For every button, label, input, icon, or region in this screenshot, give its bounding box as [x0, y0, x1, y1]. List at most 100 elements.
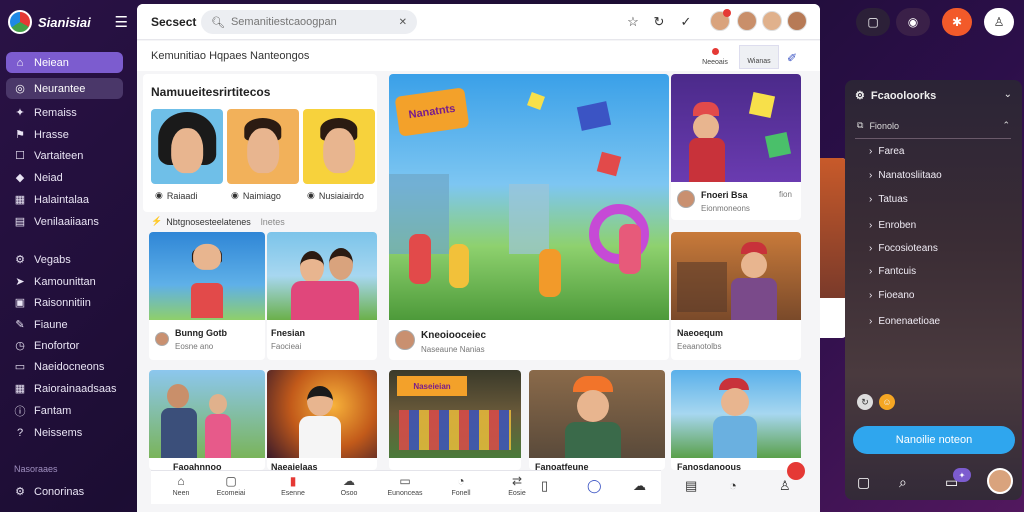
bottom-nav-label: Fonell — [451, 490, 471, 497]
bottom-nav-item[interactable]: ◔ Fonell — [431, 474, 491, 497]
video-card[interactable]: Naseieian — [389, 370, 521, 470]
panel-list-item[interactable]: › Eonenaetioae — [869, 316, 940, 327]
item-label: Enroben — [878, 220, 917, 231]
sidebar-item-1[interactable]: ◎ Neurantee — [6, 78, 123, 99]
video-card[interactable]: Faoahnnoo — [149, 370, 265, 470]
sidebar-item-11[interactable]: ✎ Fiaune — [6, 314, 123, 335]
person-thumbnail[interactable] — [303, 109, 375, 184]
person-caption[interactable]: ◉ Nusiaiairdo — [307, 190, 364, 201]
bottom-nav-item[interactable]: ☁ Osoo — [319, 474, 379, 497]
bottom-nav-item[interactable]: ▮ Esenne — [263, 474, 323, 497]
avatar[interactable] — [737, 11, 757, 31]
chat-toggle-button[interactable]: ▢ — [856, 8, 890, 36]
chevron-down-icon[interactable]: ⌄ — [1004, 89, 1012, 100]
panel-list-item[interactable]: › Nanatosliitaao — [869, 170, 942, 181]
live-section-tag: lnetes — [260, 216, 285, 227]
sidebar-item-9[interactable]: ➤ Kamounittan — [6, 271, 123, 292]
floating-card — [576, 101, 612, 131]
face-shape — [721, 388, 749, 416]
peek-card[interactable] — [820, 158, 846, 338]
panel-list-item[interactable]: › Fantcuis — [869, 266, 916, 277]
person-caption[interactable]: ◉ Raiaadi — [155, 190, 197, 201]
sidebar-footer-item[interactable]: ⚙ Conorinas — [6, 481, 123, 502]
card-subtitle: Eosne ano — [175, 342, 214, 351]
user-icon[interactable]: ♙ — [779, 478, 791, 494]
panel-list-item[interactable]: › Enroben — [869, 220, 916, 231]
emoji-icon[interactable]: ☺ — [879, 394, 895, 410]
sidebar-item-label: Vartaiteen — [34, 149, 84, 162]
sidebar-item-15[interactable]: ⓘ Fantam — [6, 400, 123, 421]
sidebar-item-13[interactable]: ▭ Naeidocneons — [6, 356, 123, 377]
sidebar-item-5[interactable]: ◆ Neiad — [6, 167, 123, 188]
sidebar-item-8[interactable]: ⚙ Vegabs — [6, 249, 123, 270]
chat-bubble-icon[interactable]: ◯ — [587, 478, 602, 494]
child-figure — [449, 244, 469, 288]
video-card[interactable]: Bunng Gotb Eosne ano — [149, 232, 265, 360]
bottom-nav-item[interactable]: ▢ Ecomeiai — [201, 474, 261, 497]
sidebar-item-4[interactable]: ☐ Vartaiteen — [6, 145, 123, 166]
tab-0[interactable]: Neeoais — [695, 45, 735, 69]
cloud-icon: ☁ — [343, 474, 355, 488]
person-caption[interactable]: ◉ Naimiago — [231, 190, 281, 201]
sidebar-item-0[interactable]: ⌂ Neiean — [6, 52, 123, 73]
avatar[interactable] — [762, 11, 782, 31]
sidebar-item-16[interactable]: ? Neissems — [6, 422, 123, 443]
primary-cta-button[interactable]: Nanoilie noteon — [853, 426, 1015, 454]
sidebar-item-label: Neissems — [34, 426, 83, 439]
live-button[interactable]: ✱ — [942, 8, 972, 36]
bottom-nav-item[interactable]: ⇄ Eosie — [487, 474, 547, 497]
search-input[interactable] — [230, 16, 393, 28]
video-card[interactable]: Fnoeri Bsa Eionmoneons fion — [671, 74, 801, 220]
notification-icon[interactable]: ◔ — [729, 478, 737, 493]
profile-button[interactable]: ♙ — [984, 8, 1014, 36]
video-card[interactable]: Naeaielaas — [267, 370, 377, 470]
person-thumbnail[interactable] — [151, 109, 223, 184]
sidebar-item-14[interactable]: ▦ Raiorainaadsaas — [6, 378, 123, 399]
person-name: Raiaadi — [166, 190, 198, 201]
search-bar[interactable]: 🔍︎ ✕ — [201, 10, 417, 34]
refresh-icon[interactable]: ↻ — [650, 13, 668, 31]
panel-list-item[interactable]: › Farea — [869, 146, 904, 157]
brand-logo[interactable] — [8, 10, 32, 34]
reaction-icon[interactable]: ↻ — [857, 394, 873, 410]
window-icon[interactable]: ▢ — [857, 474, 870, 491]
sidebar-item-6[interactable]: ▦ Halaintalaa — [6, 189, 123, 210]
tab-1[interactable]: Wianas — [739, 45, 779, 69]
panel-list-item[interactable]: › Tatuas — [869, 194, 908, 205]
panel-filter[interactable]: ⧉ Fionolo — [857, 120, 899, 131]
panel-list-item[interactable]: › Fioeano — [869, 290, 914, 301]
hamburger-menu-icon[interactable]: ☰ — [115, 13, 128, 31]
item-label: Fantcuis — [878, 266, 917, 277]
panel-list-item[interactable]: › Focosioteans — [869, 243, 938, 254]
featured-video-card[interactable]: Nanatnts Kneoiooceiec Naseaune Nanias — [389, 74, 669, 360]
sidebar-item-12[interactable]: ◷ Enofortor — [6, 335, 123, 356]
check-icon[interactable]: ✓ — [677, 13, 695, 31]
cloud-icon[interactable]: ☁ — [633, 478, 646, 494]
gear-icon: ⚙ — [15, 254, 25, 266]
mic-icon[interactable]: ✕ — [399, 17, 407, 28]
edit-icon[interactable]: ✐ — [787, 51, 797, 65]
document-icon[interactable]: ▤ — [685, 478, 697, 494]
chat-icon: ▢ — [225, 474, 237, 488]
avatar[interactable] — [987, 468, 1013, 494]
sidebar-item-7[interactable]: ▤ Venilaaiiaans — [6, 211, 123, 232]
sidebar-item-10[interactable]: ▣ Raisonnitiin — [6, 292, 123, 313]
chevron-up-icon[interactable]: ⌃ — [1002, 120, 1010, 131]
video-card[interactable]: Naeoequm Eeaanotolbs — [671, 232, 801, 360]
search-icon[interactable]: ⌕ — [899, 474, 907, 491]
document-icon[interactable]: ▯ — [541, 478, 548, 494]
avatar[interactable] — [787, 11, 807, 31]
bottom-nav-label: Esenne — [281, 490, 305, 497]
sidebar-item-3[interactable]: ⚑ Hrasse — [6, 124, 123, 145]
record-toggle-button[interactable]: ◉ — [896, 8, 930, 36]
title-badge: Naseieian — [397, 376, 467, 396]
sidebar-item-2[interactable]: ✦ Remaiss — [6, 102, 123, 123]
person-thumbnail[interactable] — [227, 109, 299, 184]
video-card[interactable]: Fanoatfeune — [529, 370, 665, 470]
video-card[interactable]: Fanosdanoous — [671, 370, 801, 470]
star-icon[interactable]: ☆ — [624, 13, 642, 31]
avatar — [395, 330, 415, 350]
video-card[interactable]: Fnesian Faocieai — [267, 232, 377, 360]
bottom-nav-item[interactable]: ▭ Eunonceas — [375, 474, 435, 497]
left-sidebar: Sianisiai ☰ ⌂ Neiean ◎ Neurantee ✦ Remai… — [0, 0, 134, 512]
